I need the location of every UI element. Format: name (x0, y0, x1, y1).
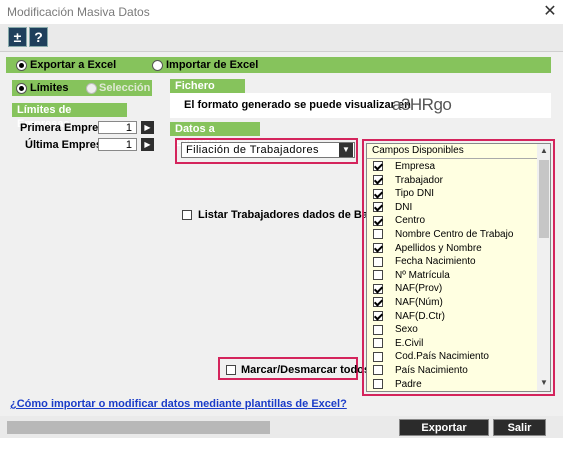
fields-scrollbar[interactable]: ▲ ▼ (537, 144, 550, 391)
field-item[interactable]: Apellidos y Nombre (373, 242, 482, 256)
field-checkbox[interactable] (373, 283, 383, 294)
field-item[interactable]: Tipo DNI (373, 187, 434, 201)
field-label: Sexo (395, 324, 418, 336)
toggle-all-checkbox[interactable] (226, 364, 236, 376)
help-button[interactable]: ? (29, 27, 48, 47)
field-label: NAF(Prov) (395, 283, 443, 295)
field-label: Padre (395, 378, 422, 390)
scroll-up-icon[interactable]: ▲ (540, 146, 548, 155)
progress-bar (7, 421, 270, 434)
export-data-title: Datos a Exportar (170, 122, 260, 149)
first-company-input[interactable]: 1 (98, 121, 137, 134)
field-item[interactable]: País Nacimiento (373, 364, 468, 378)
field-label: Apellidos y Nombre (395, 242, 482, 254)
field-checkbox[interactable] (373, 256, 383, 267)
field-label: NAF(D.Ctr) (395, 310, 445, 322)
field-checkbox[interactable] (373, 215, 383, 226)
list-workers-label: Listar Trabajadores dados de Baja (198, 209, 378, 221)
import-radio[interactable] (152, 59, 163, 71)
selection-label: Selección (99, 82, 151, 94)
selection-radio[interactable] (86, 82, 97, 94)
field-item[interactable]: DNI (373, 201, 412, 215)
field-label: Cod.País Nacimiento (395, 351, 489, 363)
limits-section-title: Límites de Empresas (12, 103, 127, 130)
field-label: Nombre Centro de Trabajo (395, 229, 514, 240)
export-label: Exportar a Excel (30, 59, 117, 71)
export-button[interactable]: Exportar a3HRgo (399, 419, 489, 451)
field-checkbox[interactable] (373, 338, 383, 349)
field-checkbox[interactable] (373, 202, 383, 213)
scroll-thumb[interactable] (539, 160, 549, 238)
field-label: DNI (395, 201, 413, 213)
toggle-all-label: Marcar/Desmarcar todos (241, 364, 371, 376)
first-company-arrow-icon[interactable]: ▶ (141, 121, 154, 134)
field-item[interactable]: Trabajador (373, 174, 443, 188)
help-link[interactable]: ¿Cómo importar o modificar datos mediant… (10, 398, 347, 410)
chevron-down-icon[interactable]: ▼ (339, 143, 353, 157)
window-title: Modificación Masiva Datos (7, 5, 150, 19)
field-checkbox[interactable] (373, 365, 383, 376)
field-item[interactable]: Fecha Nacimiento (373, 255, 476, 269)
scroll-down-icon[interactable]: ▼ (540, 378, 548, 387)
field-label: Tipo DNI (395, 188, 435, 200)
field-item[interactable]: NAF(Núm) (373, 296, 443, 310)
last-company-label: Última Empresa (25, 139, 109, 151)
excel-file-text: El formato generado se puede visualizar … (184, 99, 411, 111)
field-checkbox[interactable] (373, 229, 383, 240)
field-item[interactable]: NAF(Prov) (373, 282, 442, 296)
field-label: Nº Matrícula (395, 269, 450, 281)
close-icon[interactable]: ✕ (540, 2, 560, 22)
field-label: Centro (395, 215, 426, 227)
field-checkbox[interactable] (373, 174, 383, 185)
import-label: Importar de Excel (166, 59, 259, 71)
field-label: Empresa (395, 161, 436, 172)
field-checkbox[interactable] (373, 310, 383, 321)
last-company-arrow-icon[interactable]: ▶ (141, 138, 154, 151)
excel-file-title: Fichero Excel (170, 79, 245, 106)
field-item[interactable]: Nombre Centro de Trabajo (373, 228, 513, 242)
field-checkbox[interactable] (373, 297, 383, 308)
field-checkbox[interactable] (373, 351, 383, 362)
field-checkbox[interactable] (373, 378, 383, 389)
plus-minus-button[interactable]: ± (8, 27, 27, 47)
field-item[interactable]: Sexo (373, 323, 418, 337)
field-checkbox[interactable] (373, 188, 383, 199)
field-item[interactable]: E.Civil (373, 337, 423, 351)
field-checkbox[interactable] (373, 242, 383, 253)
fields-list[interactable]: Campos Disponibles Empresa Trabajador Tipo… (366, 143, 551, 392)
last-company-input[interactable]: 1 (98, 138, 137, 151)
field-item[interactable]: Cod.País Nacimiento (373, 350, 489, 364)
field-checkbox[interactable] (373, 324, 383, 335)
exit-button[interactable]: Salir (493, 419, 546, 436)
field-item[interactable]: Nº Matrícula (373, 269, 450, 283)
a3hrgo-logo: a3HRgo (392, 95, 452, 114)
field-item[interactable]: Empresa (373, 160, 435, 174)
export-radio[interactable] (16, 59, 27, 71)
limits-label: Límites (30, 82, 69, 94)
field-label: NAF(Núm) (395, 297, 443, 308)
field-item[interactable]: Centro (373, 214, 425, 228)
first-company-label: Primera Empresa (20, 122, 111, 134)
field-label: País Nacimiento (395, 365, 468, 376)
export-type-select[interactable]: Filiación de Trabajadores (181, 142, 355, 158)
field-item[interactable]: Padre (373, 378, 422, 391)
field-checkbox[interactable] (373, 161, 383, 172)
field-label: Fecha Nacimiento (395, 256, 476, 268)
field-item[interactable]: NAF(D.Ctr) (373, 310, 445, 324)
field-checkbox[interactable] (373, 270, 383, 281)
limits-radio[interactable] (16, 82, 27, 94)
field-label: Trabajador (395, 174, 443, 186)
toolbar (0, 24, 563, 52)
field-label: E.Civil (395, 337, 424, 349)
fields-list-header: Campos Disponibles (367, 144, 550, 159)
list-workers-checkbox[interactable] (182, 209, 192, 221)
